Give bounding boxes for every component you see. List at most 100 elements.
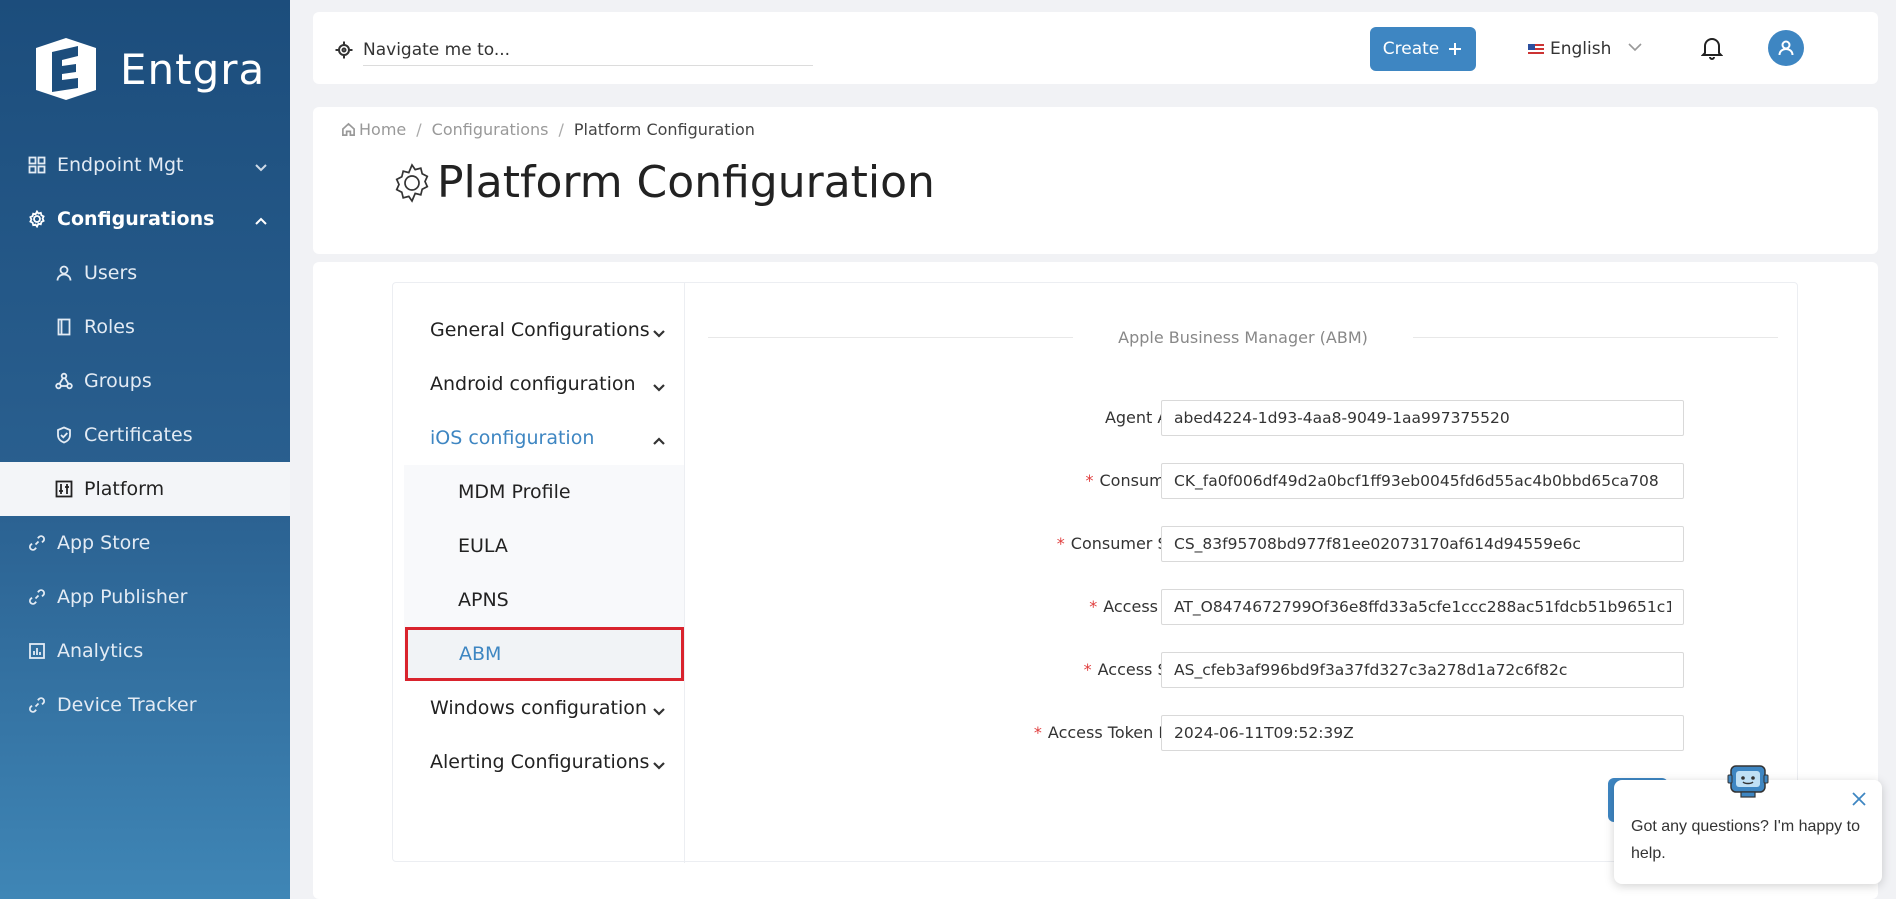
locate-icon xyxy=(335,41,353,59)
top-bar: Create English xyxy=(313,12,1878,84)
plus-icon xyxy=(1449,43,1462,55)
required-marker: * xyxy=(1085,471,1094,490)
access-token-expiry-input[interactable] xyxy=(1161,715,1684,751)
menu-windows-configuration[interactable]: Windows configuration xyxy=(393,681,684,735)
chart-icon xyxy=(27,641,47,661)
grid-icon xyxy=(27,155,47,175)
required-marker: * xyxy=(1056,534,1065,553)
required-marker: * xyxy=(1033,723,1042,742)
field-consumer-secret: * Consumer Secret : xyxy=(708,526,1778,562)
ios-submenu: MDM Profile EULA APNS ABM xyxy=(404,465,684,681)
submenu-apns[interactable]: APNS xyxy=(404,573,684,627)
sidebar-item-label: Platform xyxy=(84,478,165,500)
sidebar-item-configurations[interactable]: Configurations xyxy=(0,192,290,246)
form-section-title: Apple Business Manager (ABM) xyxy=(708,328,1779,347)
gear-icon xyxy=(27,209,47,229)
sidebar: Entgra Endpoint Mgt Configurations Users… xyxy=(0,0,290,899)
sidebar-item-certificates[interactable]: Certificates xyxy=(0,408,290,462)
breadcrumb: Home / Configurations / Platform Configu… xyxy=(341,120,755,139)
divider xyxy=(708,337,1074,338)
sidebar-item-endpoint-mgt[interactable]: Endpoint Mgt xyxy=(0,138,290,192)
link-icon xyxy=(27,695,47,715)
menu-item-label: General Configurations xyxy=(430,319,650,341)
breadcrumb-separator: / xyxy=(416,120,422,139)
chevron-up-icon xyxy=(652,431,666,453)
config-menu: General Configurations Android configura… xyxy=(393,283,685,863)
sidebar-item-label: Analytics xyxy=(57,640,144,662)
menu-item-label: Windows configuration xyxy=(430,697,647,719)
create-button[interactable]: Create xyxy=(1370,27,1476,71)
close-icon[interactable] xyxy=(1850,790,1868,808)
link-icon xyxy=(27,533,47,553)
sidebar-item-label: Device Tracker xyxy=(57,694,197,716)
consume-key-input[interactable] xyxy=(1161,463,1684,499)
language-selector[interactable]: English xyxy=(1528,36,1643,62)
field-agent-app-id: Agent App Id : xyxy=(708,400,1778,436)
sidebar-item-label: Configurations xyxy=(57,208,215,230)
access-secret-input[interactable] xyxy=(1161,652,1684,688)
gear-icon xyxy=(395,162,429,203)
sidebar-item-analytics[interactable]: Analytics xyxy=(0,624,290,678)
consumer-secret-input[interactable] xyxy=(1161,526,1684,562)
menu-item-label: Alerting Configurations xyxy=(430,751,650,773)
submenu-eula[interactable]: EULA xyxy=(404,519,684,573)
brand-name: Entgra xyxy=(120,44,266,94)
entgra-logo-icon xyxy=(36,38,96,100)
access-token-input[interactable] xyxy=(1161,589,1684,625)
divider xyxy=(1412,337,1779,338)
menu-ios-configuration[interactable]: iOS configuration xyxy=(393,411,684,465)
user-avatar[interactable] xyxy=(1768,30,1804,66)
us-flag-icon xyxy=(1528,43,1544,55)
breadcrumb-current: Platform Configuration xyxy=(573,120,755,139)
navigate-search xyxy=(335,32,1115,68)
sidebar-item-app-store[interactable]: App Store xyxy=(0,516,290,570)
submenu-abm[interactable]: ABM xyxy=(405,627,684,681)
home-icon xyxy=(342,122,355,136)
sidebar-item-label: Endpoint Mgt xyxy=(57,154,184,176)
menu-general-configurations[interactable]: General Configurations xyxy=(393,303,684,357)
user-icon xyxy=(54,263,74,283)
sidebar-item-label: Groups xyxy=(84,370,152,392)
sliders-icon xyxy=(54,479,74,499)
sidebar-item-label: Users xyxy=(84,262,138,284)
menu-android-configuration[interactable]: Android configuration xyxy=(393,357,684,411)
chevron-down-icon xyxy=(1611,39,1643,60)
chevron-up-icon xyxy=(254,211,268,225)
sidebar-item-users[interactable]: Users xyxy=(0,246,290,300)
config-panel: General Configurations Android configura… xyxy=(392,282,1798,863)
chevron-down-icon xyxy=(652,323,666,345)
sidebar-item-device-tracker[interactable]: Device Tracker xyxy=(0,678,290,732)
sidebar-item-label: Certificates xyxy=(84,424,193,446)
language-label: English xyxy=(1550,39,1612,59)
notifications-bell-icon[interactable] xyxy=(1700,36,1727,62)
sidebar-item-roles[interactable]: Roles xyxy=(0,300,290,354)
create-button-label: Create xyxy=(1382,39,1440,59)
sidebar-item-label: App Store xyxy=(57,532,151,554)
brand-logo[interactable]: Entgra xyxy=(30,34,265,104)
link-icon xyxy=(27,587,47,607)
abm-form: Apple Business Manager (ABM) Agent App I… xyxy=(708,283,1779,863)
menu-item-label: MDM Profile xyxy=(458,481,571,503)
page-title: Platform Configuration xyxy=(391,157,935,208)
breadcrumb-configurations[interactable]: Configurations xyxy=(432,120,549,139)
breadcrumb-separator: / xyxy=(558,120,564,139)
breadcrumb-home[interactable]: Home xyxy=(359,120,406,139)
submenu-mdm-profile[interactable]: MDM Profile xyxy=(404,465,684,519)
chatbot-icon[interactable] xyxy=(1726,762,1770,802)
user-icon xyxy=(1778,40,1794,56)
sidebar-item-groups[interactable]: Groups xyxy=(0,354,290,408)
menu-alerting-configurations[interactable]: Alerting Configurations xyxy=(393,735,684,789)
navigate-input[interactable] xyxy=(363,34,813,66)
chat-message: Got any questions? I'm happy to help. xyxy=(1631,818,1860,862)
sidebar-item-platform[interactable]: Platform xyxy=(0,462,290,516)
shield-icon xyxy=(54,425,74,445)
agent-app-id-input[interactable] xyxy=(1161,400,1684,436)
required-marker: * xyxy=(1089,597,1098,616)
chevron-down-icon xyxy=(652,755,666,777)
chevron-down-icon xyxy=(652,377,666,399)
menu-item-label: iOS configuration xyxy=(430,427,595,449)
sidebar-item-app-publisher[interactable]: App Publisher xyxy=(0,570,290,624)
field-access-secret: * Access Secret : xyxy=(708,652,1778,688)
page-title-text: Platform Configuration xyxy=(437,157,935,208)
section-title-text: Apple Business Manager (ABM) xyxy=(1118,328,1368,347)
